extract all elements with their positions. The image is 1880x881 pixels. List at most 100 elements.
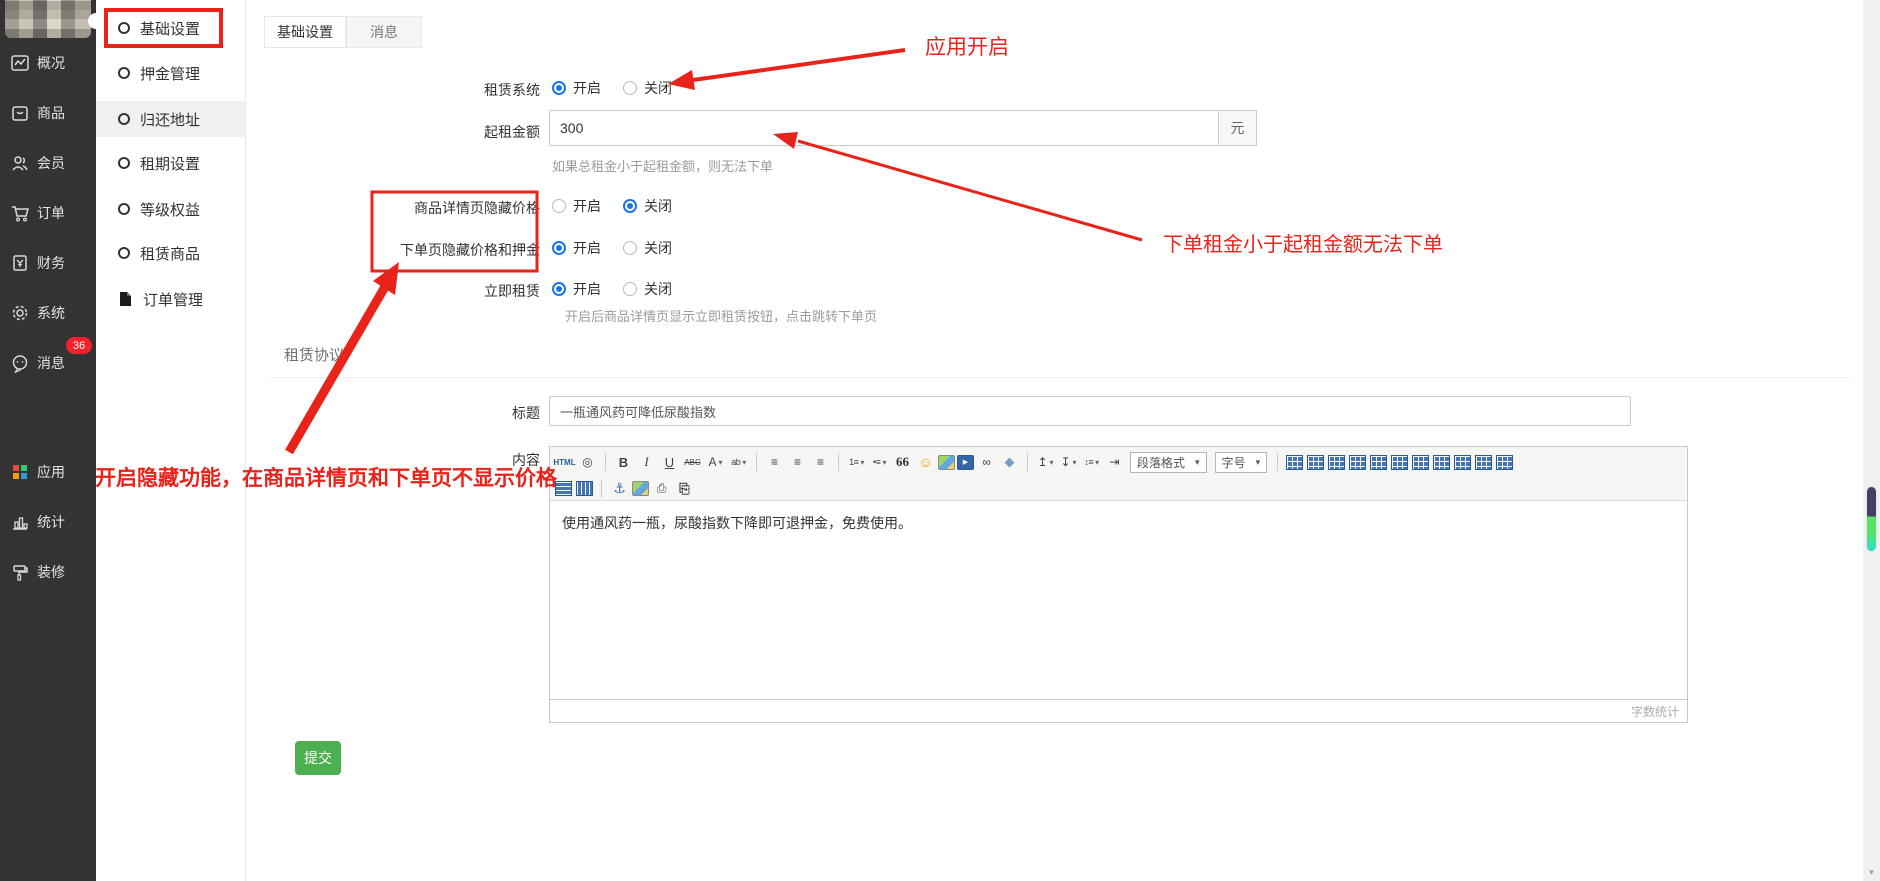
table-grid-icon[interactable] xyxy=(1496,455,1513,470)
circle-icon xyxy=(118,247,130,259)
radio-rent-system-on[interactable]: 开启 xyxy=(552,78,601,98)
sidebar-item-overview[interactable]: 概况 xyxy=(0,47,96,79)
scrollbar-track[interactable] xyxy=(1863,0,1880,881)
editor-toolbar-row2: ⚓ ⎙⎘ xyxy=(550,477,1687,501)
delete-table-icon[interactable] xyxy=(1307,455,1324,470)
avatar[interactable] xyxy=(5,0,91,38)
editor-toolbar-row1: HTML◎BIUABCAab≡≡≡1≡•≡66☺▶∞◆↥↧↕≡⇥段落格式字号 xyxy=(550,447,1687,477)
radio-instant-on[interactable]: 开启 xyxy=(552,279,601,299)
link-icon[interactable]: ∞ xyxy=(976,453,997,472)
scrollbar-thumb[interactable] xyxy=(1866,486,1877,552)
submenu-item-basic-settings[interactable]: 基础设置 xyxy=(96,10,246,46)
sidebar-item-finance[interactable]: 财务 xyxy=(0,247,96,279)
indent-icon[interactable]: ⇥ xyxy=(1104,453,1125,472)
align-right-icon[interactable]: ≡ xyxy=(810,453,831,472)
radio-hide-order-on[interactable]: 开启 xyxy=(552,238,601,258)
insert-col-left-icon[interactable] xyxy=(1412,455,1429,470)
submenu-item-rental-goods[interactable]: 租赁商品 xyxy=(96,235,246,271)
line-height-icon[interactable]: ↕≡ xyxy=(1081,453,1102,472)
submenu-item-label: 订单管理 xyxy=(143,289,203,310)
scroll-down-icon[interactable] xyxy=(1863,865,1880,879)
submenu-item-label: 归还地址 xyxy=(140,109,200,130)
insert-table-icon[interactable] xyxy=(1286,455,1303,470)
valign-top-icon[interactable]: ↥ xyxy=(1035,453,1056,472)
font-color-icon[interactable]: A xyxy=(705,453,726,472)
unordered-list-icon[interactable]: •≡ xyxy=(869,453,890,472)
sidebar-item-stats[interactable]: 统计 xyxy=(0,506,96,538)
italic-icon[interactable]: I xyxy=(636,453,657,472)
align-center-icon[interactable]: ≡ xyxy=(787,453,808,472)
field-label-instant-rent: 立即租赁 xyxy=(240,281,540,301)
cell-prop-icon[interactable] xyxy=(1349,455,1366,470)
sidebar-item-system[interactable]: 系统 xyxy=(0,297,96,329)
valign-bottom-icon[interactable]: ↧ xyxy=(1058,453,1079,472)
submit-button[interactable]: 提交 xyxy=(295,741,341,775)
tab-basic-settings[interactable]: 基础设置 xyxy=(264,16,346,48)
blockquote-icon[interactable]: 66 xyxy=(892,453,913,472)
bar-chart-icon xyxy=(10,512,30,532)
radio-instant-off[interactable]: 关闭 xyxy=(623,279,672,299)
editor-content[interactable]: 使用通风药一瓶，尿酸指数下降即可退押金，免费使用。 xyxy=(550,501,1687,699)
sidebar-item-goods[interactable]: 商品 xyxy=(0,97,96,129)
print-icon[interactable]: ⎙ xyxy=(651,479,672,498)
insert-col-right-icon[interactable] xyxy=(1433,455,1450,470)
radio-dot xyxy=(552,241,566,255)
emoji-icon[interactable]: ☺ xyxy=(915,453,936,472)
anchor-icon[interactable]: ⚓ xyxy=(609,479,630,498)
radio-label: 关闭 xyxy=(644,78,672,98)
submenu-item-rent-period[interactable]: 租期设置 xyxy=(96,145,246,181)
submenu-item-level-rights[interactable]: 等级权益 xyxy=(96,191,246,227)
submenu-item-deposit[interactable]: 押金管理 xyxy=(96,55,246,91)
paste-icon[interactable]: ⎘ xyxy=(674,479,695,498)
radio-dot xyxy=(552,199,566,213)
highlight-icon[interactable]: ab xyxy=(728,453,749,472)
sidebar-item-messages[interactable]: 消息 36 xyxy=(0,347,96,379)
radio-hide-detail-on[interactable]: 开启 xyxy=(552,196,601,216)
image-map-icon[interactable] xyxy=(632,481,649,496)
submenu-item-return-address[interactable]: 归还地址 xyxy=(96,101,246,137)
sidebar-item-apps[interactable]: 应用 xyxy=(0,456,96,488)
bold-icon[interactable]: B xyxy=(613,453,634,472)
paragraph-format-select[interactable]: 段落格式 xyxy=(1130,452,1207,473)
split-cells-icon[interactable] xyxy=(1391,455,1408,470)
image-icon[interactable] xyxy=(938,455,955,470)
font-size-select[interactable]: 字号 xyxy=(1215,452,1268,473)
ordered-list-icon[interactable]: 1≡ xyxy=(846,453,867,472)
sidebar-item-label: 会员 xyxy=(37,153,65,173)
sidebar-item-orders[interactable]: 订单 xyxy=(0,197,96,229)
radio-hide-detail-off[interactable]: 关闭 xyxy=(623,196,672,216)
merge-cells-icon[interactable] xyxy=(1370,455,1387,470)
radio-rent-system-off[interactable]: 关闭 xyxy=(623,78,672,98)
annotation-text-min-rent: 下单租金小于起租金额无法下单 xyxy=(1163,228,1443,257)
delete-col-icon[interactable] xyxy=(576,481,593,496)
delete-row-icon[interactable] xyxy=(555,481,572,496)
sidebar-item-members[interactable]: 会员 xyxy=(0,147,96,179)
instant-rent-hint: 开启后商品详情页显示立即租赁按钮，点击跳转下单页 xyxy=(565,306,877,325)
strikethrough-icon[interactable]: ABC xyxy=(682,453,703,472)
align-left-icon[interactable]: ≡ xyxy=(764,453,785,472)
overview-icon xyxy=(10,53,30,73)
underline-icon[interactable]: U xyxy=(659,453,680,472)
preview-icon[interactable]: ◎ xyxy=(577,453,598,472)
apps-icon xyxy=(10,462,30,482)
insert-row-above-icon[interactable] xyxy=(1454,455,1471,470)
sidebar-item-label: 应用 xyxy=(37,462,65,482)
field-label-min-rent: 起租金额 xyxy=(240,122,540,142)
radio-hide-order-off[interactable]: 关闭 xyxy=(623,238,672,258)
sidebar-item-label: 统计 xyxy=(37,512,65,532)
circle-icon xyxy=(118,113,130,125)
submenu-item-order-manage[interactable]: 订单管理 xyxy=(96,281,246,317)
sidebar-item-decorate[interactable]: 装修 xyxy=(0,556,96,588)
min-rent-input[interactable] xyxy=(549,110,1219,146)
radio-dot xyxy=(552,282,566,296)
field-label-title: 标题 xyxy=(240,403,540,423)
tab-messages[interactable]: 消息 xyxy=(346,16,422,48)
source-icon[interactable]: HTML xyxy=(554,453,575,472)
table-prop-icon[interactable] xyxy=(1328,455,1345,470)
agreement-title-input[interactable] xyxy=(549,396,1631,426)
eraser-icon[interactable]: ◆ xyxy=(999,453,1020,472)
media-icon[interactable]: ▶ xyxy=(957,455,974,470)
circle-icon xyxy=(118,157,130,169)
app-window: 概况 商品 会员 订单 财务 系统 消息 36 应用 xyxy=(0,0,1880,881)
insert-row-below-icon[interactable] xyxy=(1475,455,1492,470)
